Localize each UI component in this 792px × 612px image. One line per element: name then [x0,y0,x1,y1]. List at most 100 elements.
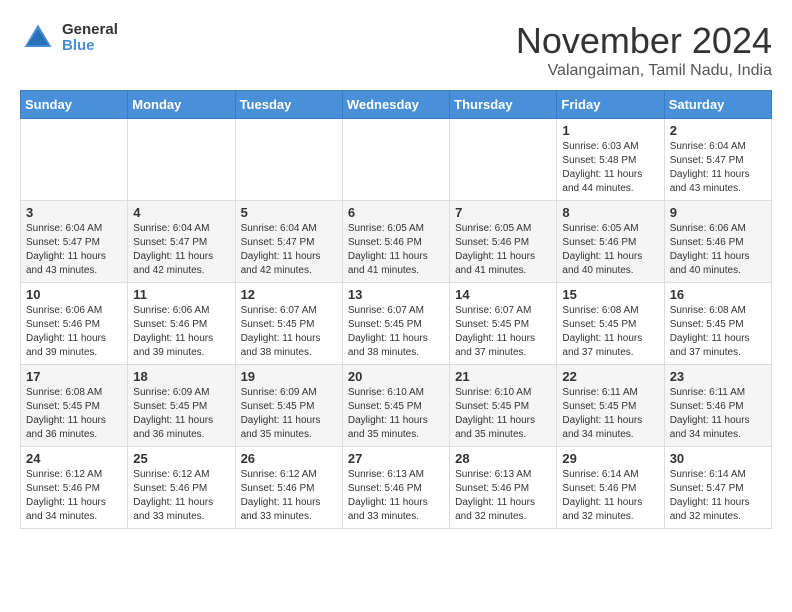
day-info: Sunrise: 6:12 AM Sunset: 5:46 PM Dayligh… [133,468,229,524]
title-section: November 2024 Valangaiman, Tamil Nadu, I… [516,20,772,80]
calendar-cell [342,119,449,201]
calendar-cell: 27 Sunrise: 6:13 AM Sunset: 5:46 PM Dayli… [342,447,449,529]
calendar-cell: 14Sunrise: 6:07 AM Sunset: 5:45 PM Dayli… [450,283,557,365]
day-number: 29 [562,451,658,466]
day-info: Sunrise: 6:14 AM Sunset: 5:46 PM Dayligh… [562,468,658,524]
calendar-cell: 20 Sunrise: 6:10 AM Sunset: 5:45 PM Dayli… [342,365,449,447]
calendar-cell: 18 Sunrise: 6:09 AM Sunset: 5:45 PM Dayli… [128,365,235,447]
day-info: Sunrise: 6:10 AM Sunset: 5:45 PM Dayligh… [348,386,444,442]
day-number: 26 [241,451,337,466]
day-number: 20 [348,369,444,384]
header: General Blue November 2024 Valangaiman, … [20,20,772,80]
calendar-cell: 4Sunrise: 6:04 AM Sunset: 5:47 PM Daylig… [128,201,235,283]
day-number: 21 [455,369,551,384]
day-number: 13 [348,287,444,302]
day-info: Sunrise: 6:08 AM Sunset: 5:45 PM Dayligh… [562,304,658,360]
day-number: 3 [26,205,122,220]
calendar-cell: 17 Sunrise: 6:08 AM Sunset: 5:45 PM Dayli… [21,365,128,447]
day-info: Sunrise: 6:09 AM Sunset: 5:45 PM Dayligh… [133,386,229,442]
calendar-cell: 28Sunrise: 6:13 AM Sunset: 5:46 PM Dayli… [450,447,557,529]
day-info: Sunrise: 6:05 AM Sunset: 5:46 PM Dayligh… [348,222,444,278]
day-number: 16 [670,287,766,302]
calendar-cell: 16 Sunrise: 6:08 AM Sunset: 5:45 PM Dayli… [664,283,771,365]
calendar-week-row: 10 Sunrise: 6:06 AM Sunset: 5:46 PM Dayli… [21,283,772,365]
calendar-week-row: 17 Sunrise: 6:08 AM Sunset: 5:45 PM Dayli… [21,365,772,447]
calendar-cell: 3 Sunrise: 6:04 AM Sunset: 5:47 PM Daylig… [21,201,128,283]
calendar-week-row: 24 Sunrise: 6:12 AM Sunset: 5:46 PM Dayli… [21,447,772,529]
day-info: Sunrise: 6:04 AM Sunset: 5:47 PM Dayligh… [133,222,229,278]
day-number: 24 [26,451,122,466]
calendar-cell: 5 Sunrise: 6:04 AM Sunset: 5:47 PM Daylig… [235,201,342,283]
calendar-cell: 29 Sunrise: 6:14 AM Sunset: 5:46 PM Dayli… [557,447,664,529]
day-number: 6 [348,205,444,220]
weekday-header-saturday: Saturday [664,91,771,119]
day-info: Sunrise: 6:12 AM Sunset: 5:46 PM Dayligh… [241,468,337,524]
weekday-header-thursday: Thursday [450,91,557,119]
day-number: 17 [26,369,122,384]
day-info: Sunrise: 6:12 AM Sunset: 5:46 PM Dayligh… [26,468,122,524]
day-number: 23 [670,369,766,384]
calendar-cell: 7 Sunrise: 6:05 AM Sunset: 5:46 PM Daylig… [450,201,557,283]
logo: General Blue [20,20,118,56]
weekday-header-wednesday: Wednesday [342,91,449,119]
day-info: Sunrise: 6:06 AM Sunset: 5:46 PM Dayligh… [133,304,229,360]
logo-icon [20,20,56,56]
day-info: Sunrise: 6:11 AM Sunset: 5:46 PM Dayligh… [670,386,766,442]
logo-text: General Blue [62,22,118,55]
logo-blue-text: Blue [62,38,118,55]
calendar-cell: 22 Sunrise: 6:11 AM Sunset: 5:45 PM Dayli… [557,365,664,447]
calendar-week-row: 3 Sunrise: 6:04 AM Sunset: 5:47 PM Daylig… [21,201,772,283]
calendar-cell: 24 Sunrise: 6:12 AM Sunset: 5:46 PM Dayli… [21,447,128,529]
day-number: 22 [562,369,658,384]
calendar-cell [450,119,557,201]
calendar-cell: 8Sunrise: 6:05 AM Sunset: 5:46 PM Daylig… [557,201,664,283]
logo-general-text: General [62,22,118,39]
calendar-table: SundayMondayTuesdayWednesdayThursdayFrid… [20,90,772,529]
calendar-cell [21,119,128,201]
day-info: Sunrise: 6:07 AM Sunset: 5:45 PM Dayligh… [348,304,444,360]
location-title: Valangaiman, Tamil Nadu, India [516,62,772,80]
day-info: Sunrise: 6:04 AM Sunset: 5:47 PM Dayligh… [26,222,122,278]
day-info: Sunrise: 6:04 AM Sunset: 5:47 PM Dayligh… [241,222,337,278]
calendar-cell: 13 Sunrise: 6:07 AM Sunset: 5:45 PM Dayli… [342,283,449,365]
day-number: 2 [670,123,766,138]
day-number: 12 [241,287,337,302]
day-number: 1 [562,123,658,138]
day-info: Sunrise: 6:13 AM Sunset: 5:46 PM Dayligh… [348,468,444,524]
day-info: Sunrise: 6:07 AM Sunset: 5:45 PM Dayligh… [241,304,337,360]
day-info: Sunrise: 6:08 AM Sunset: 5:45 PM Dayligh… [670,304,766,360]
calendar-cell: 23 Sunrise: 6:11 AM Sunset: 5:46 PM Dayli… [664,365,771,447]
calendar-cell [235,119,342,201]
day-info: Sunrise: 6:11 AM Sunset: 5:45 PM Dayligh… [562,386,658,442]
day-info: Sunrise: 6:05 AM Sunset: 5:46 PM Dayligh… [562,222,658,278]
day-number: 15 [562,287,658,302]
day-number: 14 [455,287,551,302]
weekday-header-monday: Monday [128,91,235,119]
day-number: 9 [670,205,766,220]
calendar-cell: 11 Sunrise: 6:06 AM Sunset: 5:46 PM Dayli… [128,283,235,365]
day-number: 28 [455,451,551,466]
day-info: Sunrise: 6:10 AM Sunset: 5:45 PM Dayligh… [455,386,551,442]
day-info: Sunrise: 6:09 AM Sunset: 5:45 PM Dayligh… [241,386,337,442]
day-info: Sunrise: 6:06 AM Sunset: 5:46 PM Dayligh… [26,304,122,360]
day-info: Sunrise: 6:05 AM Sunset: 5:46 PM Dayligh… [455,222,551,278]
day-number: 10 [26,287,122,302]
day-info: Sunrise: 6:08 AM Sunset: 5:45 PM Dayligh… [26,386,122,442]
calendar-cell: 15 Sunrise: 6:08 AM Sunset: 5:45 PM Dayli… [557,283,664,365]
day-number: 11 [133,287,229,302]
calendar-cell: 12 Sunrise: 6:07 AM Sunset: 5:45 PM Dayli… [235,283,342,365]
day-info: Sunrise: 6:06 AM Sunset: 5:46 PM Dayligh… [670,222,766,278]
calendar-cell: 6 Sunrise: 6:05 AM Sunset: 5:46 PM Daylig… [342,201,449,283]
calendar-cell: 1 Sunrise: 6:03 AM Sunset: 5:48 PM Daylig… [557,119,664,201]
day-number: 7 [455,205,551,220]
calendar-cell: 2Sunrise: 6:04 AM Sunset: 5:47 PM Daylig… [664,119,771,201]
calendar-cell: 21 Sunrise: 6:10 AM Sunset: 5:45 PM Dayli… [450,365,557,447]
day-number: 27 [348,451,444,466]
day-info: Sunrise: 6:03 AM Sunset: 5:48 PM Dayligh… [562,140,658,196]
calendar-week-row: 1 Sunrise: 6:03 AM Sunset: 5:48 PM Daylig… [21,119,772,201]
calendar-cell: 9 Sunrise: 6:06 AM Sunset: 5:46 PM Daylig… [664,201,771,283]
calendar-cell: 26 Sunrise: 6:12 AM Sunset: 5:46 PM Dayli… [235,447,342,529]
day-number: 30 [670,451,766,466]
day-number: 18 [133,369,229,384]
day-number: 5 [241,205,337,220]
